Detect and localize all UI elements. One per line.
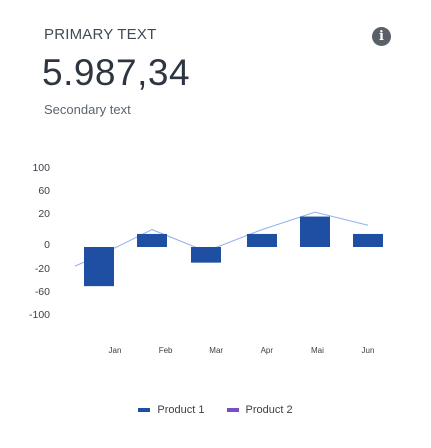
legend-swatch-product-1 (138, 408, 151, 412)
bar-product-1[interactable] (247, 233, 277, 247)
x-tick-label: Mar (209, 346, 223, 355)
bar-product-1[interactable] (300, 216, 330, 247)
x-tick-label: Jan (109, 346, 122, 355)
y-tick-label: 100 (32, 162, 50, 174)
chart-legend: Product 1 Product 2 (0, 404, 431, 416)
bar-product-1[interactable] (191, 247, 221, 263)
legend-label-product-2: Product 2 (245, 404, 293, 416)
metric-card: PRIMARY TEXT i 5.987,34 Secondary text 1… (0, 0, 431, 448)
x-tick-label: Feb (159, 346, 173, 355)
x-tick-label: Jun (362, 346, 375, 355)
y-tick-label: -20 (35, 263, 50, 275)
bar-product-1[interactable] (84, 247, 114, 287)
bar-product-1[interactable] (353, 233, 383, 247)
legend-item-product-1[interactable]: Product 1 (138, 404, 205, 416)
y-tick-label: 20 (38, 208, 50, 220)
y-tick-label: 60 (38, 185, 50, 197)
legend-item-product-2[interactable]: Product 2 (226, 404, 293, 416)
bar-chart: 100 60 20 0 -20 -60 -100 Jan Feb Mar Apr Mai Jun (29, 162, 383, 355)
y-tick-label: -100 (29, 309, 50, 321)
y-tick-label: 0 (44, 239, 50, 251)
legend-label-product-1: Product 1 (157, 404, 205, 416)
y-tick-label: -60 (35, 286, 50, 298)
x-tick-label: Mai (311, 346, 324, 355)
x-tick-label: Apr (261, 346, 274, 355)
legend-swatch-product-2 (226, 408, 239, 412)
bar-product-1[interactable] (137, 233, 167, 247)
